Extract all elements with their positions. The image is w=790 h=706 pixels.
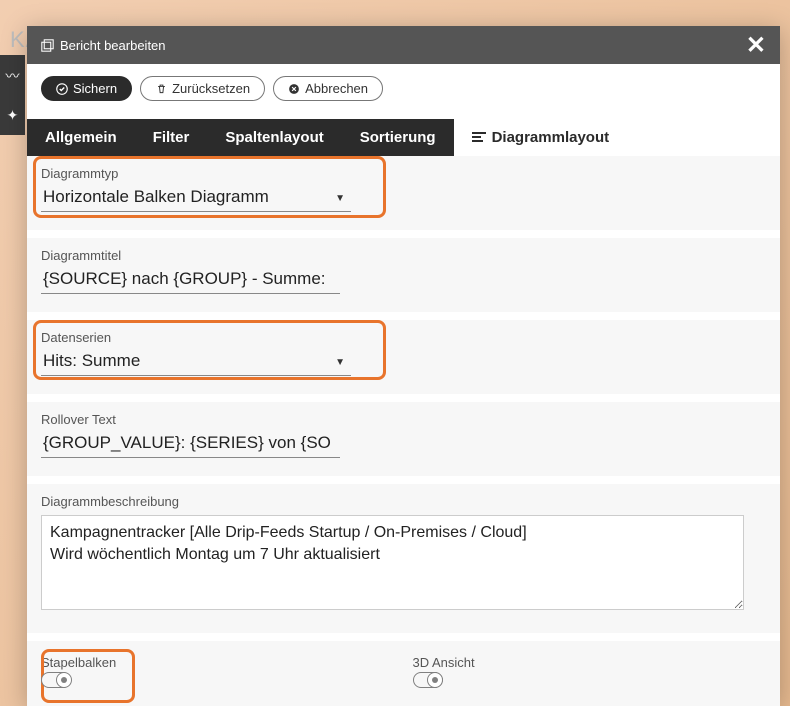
3d-view-toggle[interactable] (413, 672, 443, 688)
stacked-bars-toggle[interactable] (41, 672, 71, 688)
edit-report-modal: Bericht bearbeiten ✕ Sichern Zurücksetze… (27, 26, 780, 706)
left-side-tab[interactable]: 〰 ✦ (0, 55, 25, 135)
save-button-label: Sichern (73, 81, 117, 96)
chart-layout-form: Diagrammtyp ▼ Diagrammtitel Datenserien … (27, 156, 780, 706)
save-button[interactable]: Sichern (41, 76, 132, 101)
close-icon[interactable]: ✕ (746, 31, 766, 60)
modal-tabs: Allgemein Filter Spaltenlayout Sortierun… (27, 119, 780, 156)
data-series-select[interactable] (41, 347, 351, 376)
rollover-text-input[interactable] (41, 429, 340, 458)
reset-button[interactable]: Zurücksetzen (140, 76, 265, 101)
check-icon (56, 83, 68, 95)
modal-title: Bericht bearbeiten (60, 38, 166, 53)
label-description: Diagrammbeschreibung (41, 494, 766, 509)
horizontal-bars-icon (472, 132, 486, 144)
label-chart-type: Diagrammtyp (41, 166, 766, 181)
label-3d-view: 3D Ansicht (413, 655, 767, 670)
tab-filter[interactable]: Filter (135, 119, 208, 156)
tab-sort[interactable]: Sortierung (342, 119, 454, 156)
cancel-icon (288, 83, 300, 95)
duplicate-window-icon (41, 39, 54, 52)
chart-title-input[interactable] (41, 265, 340, 294)
tab-chart-layout[interactable]: Diagrammlayout (454, 119, 628, 156)
label-data-series: Datenserien (41, 330, 766, 345)
chart-type-select[interactable] (41, 183, 351, 212)
modal-titlebar: Bericht bearbeiten ✕ (27, 26, 780, 64)
label-rollover: Rollover Text (41, 412, 766, 427)
tab-chart-label: Diagrammlayout (492, 129, 610, 146)
rocket-icon: ✦ (7, 107, 19, 124)
modal-toolbar: Sichern Zurücksetzen Abbrechen (27, 64, 780, 119)
label-chart-title: Diagrammtitel (41, 248, 766, 263)
chart-line-icon: 〰 (6, 66, 20, 86)
tab-general[interactable]: Allgemein (27, 119, 135, 156)
label-stacked: Stapelbalken (41, 655, 395, 670)
cancel-button-label: Abbrechen (305, 81, 368, 96)
cancel-button[interactable]: Abbrechen (273, 76, 383, 101)
tab-columns[interactable]: Spaltenlayout (207, 119, 341, 156)
reset-button-label: Zurücksetzen (172, 81, 250, 96)
chart-description-textarea[interactable] (41, 515, 744, 610)
trash-icon (155, 83, 167, 95)
